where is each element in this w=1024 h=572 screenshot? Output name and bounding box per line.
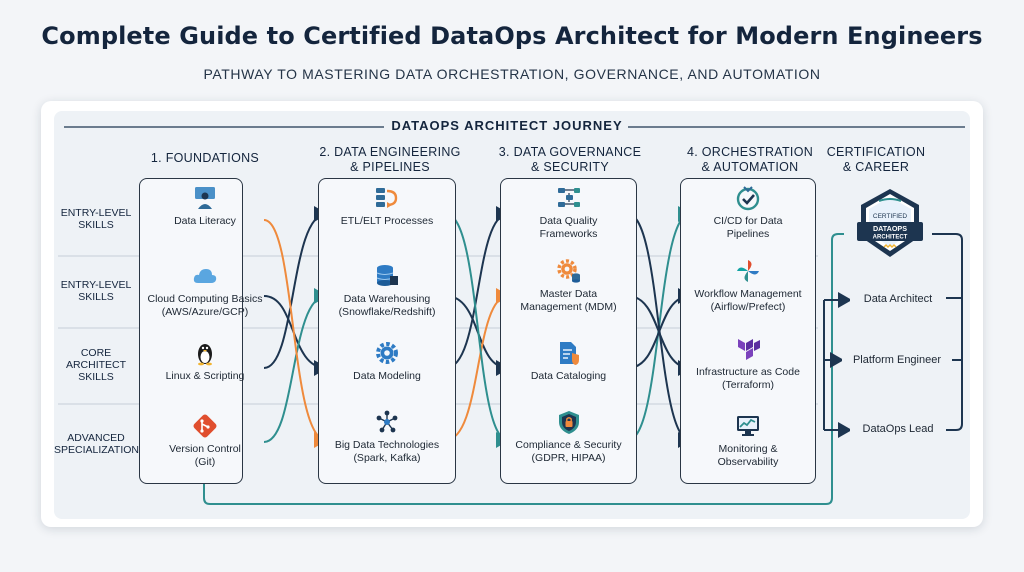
skill-linux-scripting: Linux & Scripting xyxy=(139,340,271,383)
skill-big-data: Big Data Technologies (Spark, Kafka) xyxy=(318,409,456,465)
career-role-dataops-lead: DataOps Lead xyxy=(850,423,946,435)
skill-data-warehousing: Data Warehousing (Snowflake/Redshift) xyxy=(318,263,456,319)
shield-lock-icon xyxy=(558,411,579,434)
skill-data-literacy: Data Literacy xyxy=(139,185,271,228)
terraform-icon xyxy=(738,339,760,360)
skill-cloud-computing: Cloud Computing Basics (AWS/Azure/GCP) xyxy=(139,263,271,319)
pinwheel-icon xyxy=(737,260,759,282)
network-nodes-icon xyxy=(376,410,398,433)
gear-database-icon xyxy=(556,259,580,283)
cicd-check-icon xyxy=(736,186,760,211)
monitor-chart-icon xyxy=(737,416,759,436)
row-label-3: CORE ARCHITECT SKILLS xyxy=(65,347,127,383)
badge-main-line1: DATAOPS xyxy=(873,224,907,233)
skill-etl-elt: ETL/ELT Processes xyxy=(318,185,456,228)
column-header-orchestration: 4. ORCHESTRATION & AUTOMATION xyxy=(686,145,814,174)
penguin-icon xyxy=(198,344,212,366)
certification-badge: CERTIFIED DATAOPS ARCHITECT xyxy=(857,189,923,257)
skill-infrastructure-as-code: Infrastructure as Code (Terraform) xyxy=(680,336,816,392)
badge-top-text: CERTIFIED xyxy=(873,213,907,220)
row-label-2: ENTRY-LEVEL SKILLS xyxy=(60,279,132,303)
git-icon xyxy=(193,414,217,438)
cloud-icon xyxy=(193,269,217,283)
skill-data-modeling: Data Modeling xyxy=(318,340,456,383)
gear-icon xyxy=(376,342,398,364)
career-role-platform-engineer: Platform Engineer xyxy=(842,354,952,366)
badge-main-line2: ARCHITECT xyxy=(873,235,908,241)
skill-compliance-security: Compliance & Security (GDPR, HIPAA) xyxy=(500,409,637,465)
skill-monitoring: Monitoring & Observability xyxy=(680,413,816,469)
database-icon xyxy=(376,265,398,286)
journey-title: DATAOPS ARCHITECT JOURNEY xyxy=(391,118,623,133)
skill-cicd: CI/CD for Data Pipelines xyxy=(680,185,816,241)
skill-version-control: Version Control (Git) xyxy=(139,413,271,469)
skill-data-quality: Data Quality Frameworks xyxy=(500,185,637,241)
person-presenting-icon xyxy=(195,187,215,209)
row-label-1: ENTRY-LEVEL SKILLS xyxy=(60,207,132,231)
column-header-foundations: 1. FOUNDATIONS xyxy=(150,151,260,165)
row-label-4: ADVANCED SPECIALIZATION xyxy=(54,432,139,456)
document-shield-icon xyxy=(559,342,579,365)
skill-data-cataloging: Data Cataloging xyxy=(500,340,637,383)
flowchart-icon xyxy=(557,188,580,207)
transform-icon xyxy=(376,188,398,208)
column-header-career: CERTIFICATION & CAREER xyxy=(826,145,926,174)
column-header-governance: 3. DATA GOVERNANCE & SECURITY xyxy=(498,145,642,174)
career-role-data-architect: Data Architect xyxy=(850,293,946,305)
column-header-data-engineering: 2. DATA ENGINEERING & PIPELINES xyxy=(319,145,461,174)
skill-master-data-management: Master Data Management (MDM) xyxy=(500,258,637,314)
skill-workflow-management: Workflow Management (Airflow/Prefect) xyxy=(680,258,816,314)
